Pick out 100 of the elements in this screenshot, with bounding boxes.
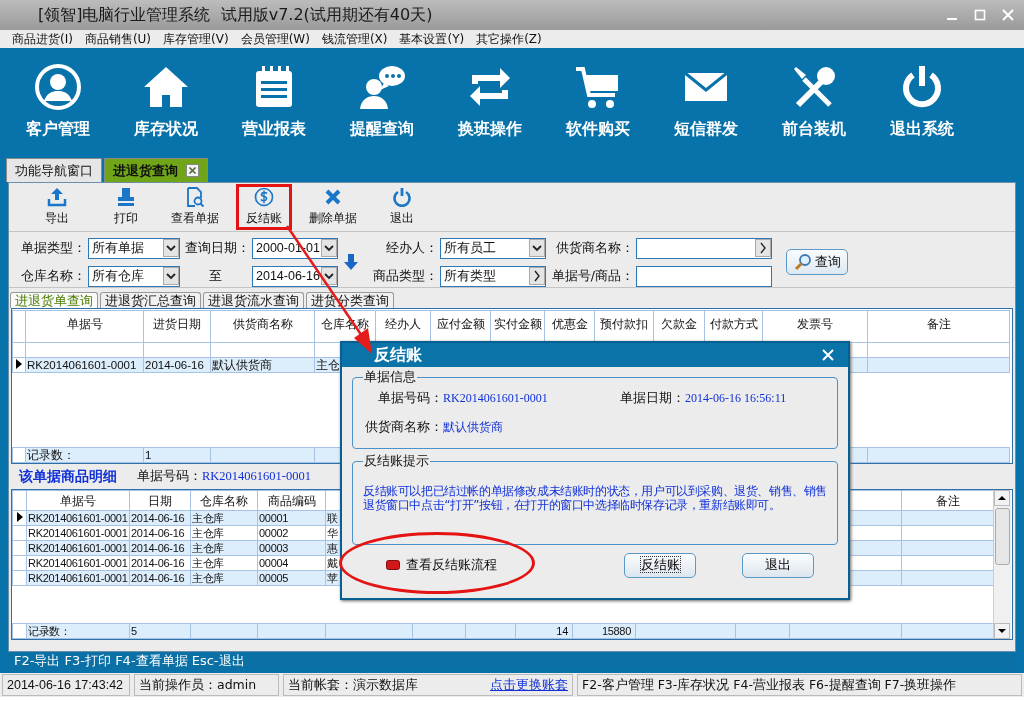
scroll-thumb[interactable] — [995, 508, 1010, 565]
group-title: 反结账提示 — [363, 453, 430, 470]
field-label: 仓库名称： — [20, 267, 87, 285]
table-cell: 主仓库 — [190, 525, 258, 541]
section-title: 该单据商品明细 — [19, 467, 117, 486]
nav-button[interactable]: 提醒查询 — [328, 48, 436, 152]
menu-item[interactable]: 商品进货(I) — [12, 30, 73, 48]
dropdown[interactable]: 所有单据 — [88, 237, 180, 259]
link[interactable]: 点击更换账套 — [490, 676, 568, 694]
column-header: 经办人 — [385, 317, 421, 331]
chevron-down-icon[interactable] — [163, 267, 179, 285]
menu-item[interactable]: 基本设置(Y) — [399, 30, 465, 48]
square-bullet-icon — [386, 560, 400, 570]
table-cell: 5 — [129, 623, 191, 639]
close-icon[interactable] — [186, 164, 199, 177]
field-value: 默认供货商 — [443, 419, 504, 436]
chevron-down-icon[interactable] — [321, 239, 337, 257]
nav-button[interactable]: 换班操作 — [436, 48, 544, 152]
nav-button[interactable]: 营业报表 — [220, 48, 328, 152]
nav-button[interactable]: 前台装机 — [760, 48, 868, 152]
column-header: 商品编码 — [267, 493, 316, 508]
chevron-down-icon[interactable] — [529, 239, 545, 257]
nav-button[interactable]: 客户管理 — [4, 48, 112, 152]
search-icon — [793, 253, 812, 271]
query-button[interactable]: 查询 — [786, 249, 848, 275]
chevron-right-icon[interactable] — [529, 267, 545, 285]
column-header: 应付金额 — [436, 317, 485, 331]
column-header: 仓库名称 — [200, 493, 248, 508]
dropdown[interactable]: 所有员工 — [440, 237, 546, 259]
field-label: 单据日期： — [619, 390, 685, 407]
menu-item[interactable]: 会员管理(W) — [240, 30, 310, 48]
field-value: RK2014061601-0001 — [443, 391, 549, 406]
table-cell: 00004 — [257, 555, 326, 571]
field-label: 查询日期： — [184, 239, 251, 257]
column-header: 备注 — [926, 317, 951, 331]
dialog-button[interactable]: 反结账 — [624, 552, 696, 578]
column-header: 备注 — [935, 493, 960, 508]
toolbar-button[interactable]: 查看单据 — [162, 185, 228, 229]
column-header: 优惠金 — [551, 317, 588, 331]
nav-button[interactable]: 库存状况 — [112, 48, 220, 152]
table-cell: 2014-06-16 — [129, 555, 191, 571]
down-arrow-icon — [344, 254, 358, 270]
scrollbar[interactable] — [993, 490, 1011, 639]
table-cell: 记录数： — [26, 623, 130, 639]
picker-field[interactable]: 所有类型 — [440, 265, 546, 287]
tab[interactable]: 进退货汇总查询 — [100, 292, 201, 308]
status-text: 当前帐套：演示数据库 — [288, 676, 418, 694]
table-cell: 2014-06-16 — [129, 525, 191, 541]
chevron-right-icon[interactable] — [755, 239, 771, 257]
dialog-title: 反结账 — [374, 344, 422, 366]
field-label: 单据号/商品： — [550, 267, 635, 285]
menu-item[interactable]: 商品销售(U) — [84, 30, 152, 48]
dropdown[interactable]: 所有仓库 — [88, 265, 180, 287]
dropdown[interactable]: 2014-06-16 — [252, 265, 338, 287]
tab[interactable]: 进退货流水查询 — [203, 292, 304, 308]
window-title: [领智]电脑行业管理系统 试用版v7.2(试用期还有40天) — [38, 4, 434, 26]
delete-x-icon — [323, 187, 343, 207]
column-header: 进货日期 — [153, 317, 201, 331]
printer-icon — [116, 187, 136, 207]
dialog-button[interactable]: 退出 — [742, 552, 814, 578]
tab[interactable]: 功能导航窗口 — [6, 158, 102, 182]
table-cell: 14 — [515, 623, 573, 639]
column-header: 发票号 — [797, 317, 833, 331]
toolbar-button[interactable]: 删除单据 — [300, 185, 366, 229]
status-text: 当前操作员：admin — [134, 674, 279, 696]
field-label: 商品类型： — [372, 267, 439, 285]
tab[interactable]: 进退货单查询 — [10, 292, 98, 308]
column-header: 预付款扣 — [600, 317, 648, 331]
table-cell: 00002 — [257, 525, 326, 541]
toolbar-button[interactable]: 反结账 — [237, 185, 291, 229]
chevron-down-icon[interactable] — [163, 239, 179, 257]
table-cell: 主仓库 — [190, 555, 258, 571]
nav-button[interactable]: 退出系统 — [868, 48, 976, 152]
field-label: 单据号码： — [377, 390, 443, 407]
table-cell: 记录数： — [25, 447, 144, 463]
input-field[interactable] — [636, 265, 772, 287]
column-header: 单据号 — [60, 493, 96, 508]
nav-button[interactable]: 短信群发 — [652, 48, 760, 152]
column-header: 供货商名称 — [232, 317, 293, 331]
maximize-icon[interactable] — [974, 9, 986, 21]
field-label: 单据类型： — [20, 239, 87, 257]
upload-icon — [47, 187, 67, 207]
column-header: 单据号 — [66, 317, 103, 331]
table-cell: 1 — [143, 447, 211, 463]
picker-field[interactable] — [636, 237, 772, 259]
field-label: 供货商名称： — [555, 239, 635, 257]
field-value: RK2014061601-0001 — [202, 469, 312, 484]
document-search-icon — [185, 187, 205, 207]
dollar-coin-icon — [254, 187, 274, 207]
column-header: 欠款金 — [661, 317, 697, 331]
menu-item[interactable]: 钱流管理(X) — [321, 30, 388, 48]
nav-button[interactable]: 软件购买 — [544, 48, 652, 152]
toolbar-button[interactable]: 退出 — [369, 185, 435, 229]
table-cell: 15880 — [572, 623, 636, 639]
tab[interactable]: 进退货查询 — [104, 158, 208, 182]
toolbar-button[interactable]: 导出 — [24, 185, 90, 229]
toolbar-button[interactable]: 打印 — [93, 185, 159, 229]
menu-item[interactable]: 库存管理(V) — [163, 30, 229, 48]
status-text: 2014-06-16 17:43:42 — [2, 674, 130, 696]
menu-item[interactable]: 其它操作(Z) — [476, 30, 542, 48]
